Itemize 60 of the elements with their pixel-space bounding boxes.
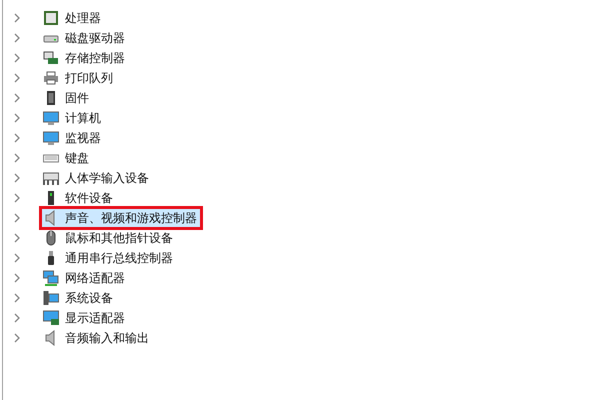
item-label: 鼠标和其他指针设备 [65, 230, 173, 246]
item-label: 音频输入和输出 [65, 330, 149, 346]
tree-item[interactable]: 软件设备 [41, 188, 117, 208]
tree-item[interactable]: 鼠标和其他指针设备 [41, 228, 177, 248]
item-label: 通用串行总线控制器 [65, 250, 173, 266]
chevron-icon[interactable] [13, 193, 21, 203]
controller-icon [43, 50, 59, 66]
item-label: 网络适配器 [65, 270, 125, 286]
item-label: 显示适配器 [65, 310, 125, 326]
chevron-icon[interactable] [13, 73, 21, 83]
monitor-icon [43, 110, 59, 126]
item-label: 监视器 [65, 130, 101, 146]
chevron-icon[interactable] [13, 253, 21, 263]
chevron-icon[interactable] [13, 53, 21, 63]
tree-item[interactable]: 磁盘驱动器 [41, 28, 129, 48]
chevron-icon[interactable] [13, 13, 21, 23]
tree-item[interactable]: 固件 [41, 88, 93, 108]
chevron-icon[interactable] [13, 333, 21, 343]
item-label: 系统设备 [65, 290, 113, 306]
item-label: 声音、视频和游戏控制器 [65, 210, 197, 226]
chevron-icon[interactable] [13, 213, 21, 223]
tree-item[interactable]: 键盘 [41, 148, 93, 168]
display-card-icon [43, 310, 59, 326]
tree-item[interactable]: 通用串行总线控制器 [41, 248, 177, 268]
item-label: 人体学输入设备 [65, 170, 149, 186]
network-icon [43, 270, 59, 286]
item-label: 打印队列 [65, 70, 113, 86]
chevron-icon[interactable] [13, 153, 21, 163]
chevron-icon[interactable] [13, 233, 21, 243]
tree-item[interactable]: 音频输入和输出 [41, 328, 153, 348]
chevron-icon[interactable] [13, 133, 21, 143]
item-label: 计算机 [65, 110, 101, 126]
item-label: 处理器 [65, 10, 101, 26]
chip-icon [43, 10, 59, 26]
printer-icon [43, 70, 59, 86]
keyboard-icon [43, 170, 59, 186]
tree-item[interactable]: 网络适配器 [41, 268, 129, 288]
tree-item[interactable]: 显示适配器 [41, 308, 129, 328]
tree-item[interactable]: 处理器 [41, 8, 105, 28]
tree-item[interactable]: 打印队列 [41, 68, 117, 88]
chevron-icon[interactable] [13, 293, 21, 303]
item-label: 固件 [65, 90, 89, 106]
monitor-icon [43, 130, 59, 146]
tree-item[interactable]: 人体学输入设备 [41, 168, 153, 188]
item-label: 存储控制器 [65, 50, 125, 66]
chevron-icon[interactable] [13, 313, 21, 323]
computer-icon [43, 290, 59, 306]
tree-item[interactable]: 系统设备 [41, 288, 117, 308]
item-label: 键盘 [65, 150, 89, 166]
chevron-icon[interactable] [13, 93, 21, 103]
tree-item[interactable]: 监视器 [41, 128, 105, 148]
chevron-icon[interactable] [13, 273, 21, 283]
chevron-icon[interactable] [13, 113, 21, 123]
tree-item[interactable]: 声音、视频和游戏控制器 [41, 208, 201, 228]
tree-item[interactable]: 存储控制器 [41, 48, 129, 68]
chevron-icon[interactable] [13, 173, 21, 183]
chevron-icon[interactable] [13, 33, 21, 43]
tree-item[interactable]: 计算机 [41, 108, 105, 128]
item-label: 软件设备 [65, 190, 113, 206]
item-label: 磁盘驱动器 [65, 30, 125, 46]
